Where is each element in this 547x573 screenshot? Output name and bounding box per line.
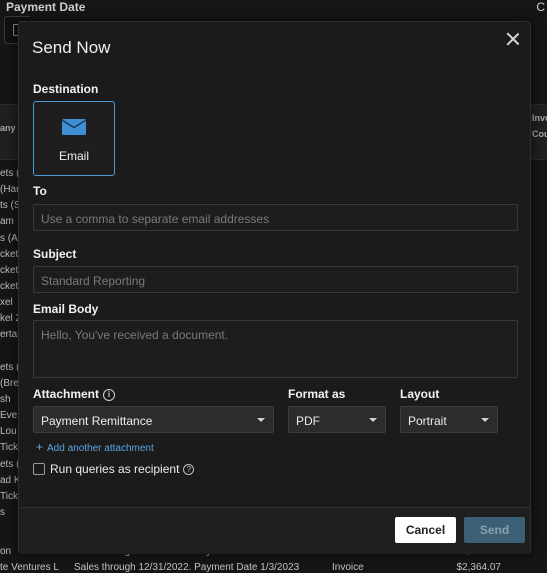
table-row-fragment: s (An bbox=[0, 232, 18, 244]
format-select-value: PDF bbox=[296, 414, 320, 428]
envelope-icon bbox=[62, 119, 86, 135]
chevron-down-icon bbox=[257, 418, 265, 422]
table-row-fragment: (Han bbox=[0, 184, 18, 196]
row-type: Invoice bbox=[332, 562, 364, 573]
table-row-fragment: sh bbox=[0, 393, 11, 405]
email-body-label: Email Body bbox=[33, 302, 99, 316]
close-icon[interactable] bbox=[504, 30, 522, 48]
table-row-fragment: am bbox=[0, 216, 14, 228]
table-row-fragment: s bbox=[0, 506, 5, 518]
cancel-button[interactable]: Cancel bbox=[395, 517, 456, 543]
plus-icon: + bbox=[36, 440, 44, 454]
chevron-down-icon bbox=[481, 418, 489, 422]
layout-select-value: Portrait bbox=[408, 414, 447, 428]
layout-label: Layout bbox=[400, 387, 440, 401]
email-body-textarea[interactable]: Hello, You've received a document. bbox=[33, 320, 518, 378]
format-label: Format as bbox=[288, 387, 346, 401]
add-attachment-link[interactable]: + Add another attachment bbox=[36, 440, 154, 454]
background-title-right: C bbox=[536, 0, 545, 14]
run-queries-label: Run queries as recipient? bbox=[50, 462, 195, 476]
destination-email-label: Email bbox=[58, 149, 89, 163]
destination-label: Destination bbox=[33, 82, 99, 96]
table-row-fragment: Tick bbox=[0, 442, 18, 454]
table-rows: ets ( (Han ts (S am s (An cket cket cket xel kel … bbox=[0, 166, 18, 521]
layout-select[interactable]: Portrait bbox=[400, 406, 498, 433]
table-row-fragment: ets ( bbox=[0, 168, 18, 179]
table-row-fragment: ets ( bbox=[0, 458, 18, 470]
attachment-label-text: Attachment bbox=[33, 387, 100, 401]
table-row-fragment bbox=[0, 344, 18, 360]
table-row-fragment: Tick bbox=[0, 490, 18, 502]
add-attachment-label: Add another attachment bbox=[47, 443, 154, 454]
run-queries-label-text: Run queries as recipient bbox=[50, 462, 180, 476]
table-row-fragment: ts (S bbox=[0, 200, 18, 212]
info-icon[interactable]: i bbox=[103, 389, 116, 401]
table-row-fragment: xel bbox=[0, 297, 13, 309]
send-button[interactable]: Send bbox=[464, 517, 525, 543]
row-name: on bbox=[0, 546, 12, 557]
attachment-select-value: Payment Remittance bbox=[41, 414, 153, 428]
column-header-count: Cou bbox=[532, 129, 547, 139]
table-row-fragment: Lou bbox=[0, 426, 17, 438]
table-row-fragment: cket bbox=[0, 280, 18, 292]
table-row[interactable]: te Ventures L Sales through 12/31/2022. … bbox=[0, 559, 547, 573]
subject-input[interactable]: Standard Reporting bbox=[33, 266, 518, 293]
table-row-fragment: (Bre bbox=[0, 377, 18, 389]
table-row-fragment: cket bbox=[0, 248, 18, 260]
to-input[interactable]: Use a comma to separate email addresses bbox=[33, 204, 518, 231]
help-icon[interactable]: ? bbox=[183, 464, 195, 475]
send-now-dialog: Send Now Destination Email To Use a comm… bbox=[18, 21, 531, 554]
to-label: To bbox=[33, 184, 47, 198]
column-header-invoice: Invo bbox=[532, 113, 547, 123]
row-description: Sales through 12/31/2022. Payment Date 1… bbox=[74, 562, 300, 573]
table-row-fragment: Eve bbox=[0, 410, 18, 422]
table-row-fragment: ets ( bbox=[0, 361, 18, 373]
subject-label: Subject bbox=[33, 247, 77, 261]
chevron-down-icon bbox=[369, 418, 377, 422]
format-select[interactable]: PDF bbox=[288, 406, 386, 433]
table-row-fragment: ad K bbox=[0, 474, 18, 486]
table-row-fragment: cket bbox=[0, 264, 18, 276]
run-queries-checkbox[interactable] bbox=[33, 463, 45, 475]
table-row-fragment: ertai bbox=[0, 329, 18, 341]
row-name: te Ventures L bbox=[0, 562, 59, 573]
attachment-label: Attachment i bbox=[33, 387, 116, 401]
table-row-fragment: kel 2 bbox=[0, 313, 18, 325]
destination-email-option[interactable]: Email bbox=[33, 101, 115, 176]
attachment-select[interactable]: Payment Remittance bbox=[33, 406, 274, 433]
dialog-footer: Cancel Send bbox=[19, 507, 530, 554]
dialog-title: Send Now bbox=[32, 38, 111, 57]
row-amount: $2,364.07 bbox=[456, 562, 502, 573]
payment-date-label: Payment Date bbox=[6, 0, 86, 14]
